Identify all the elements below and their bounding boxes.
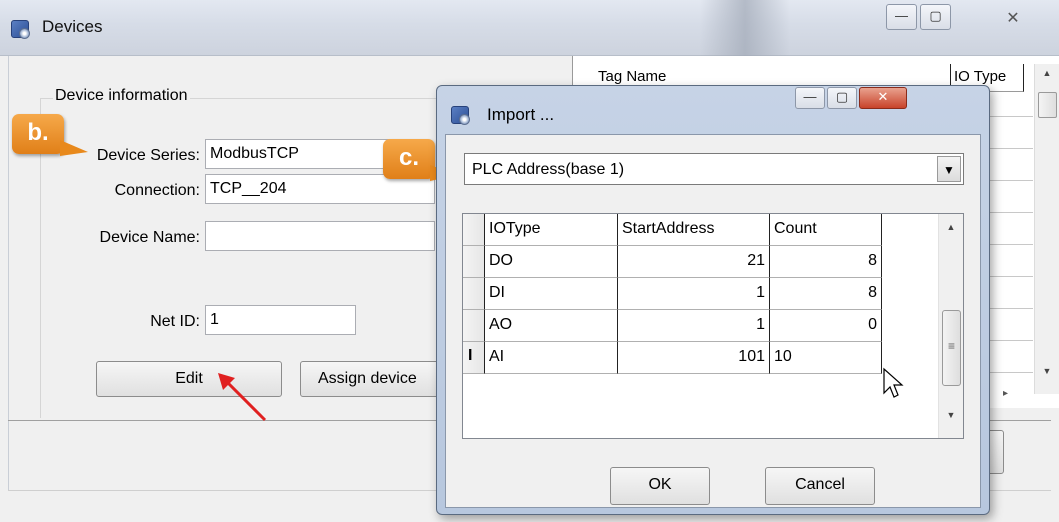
ok-button[interactable]: OK [610, 467, 710, 505]
scroll-up-icon[interactable]: ▲ [939, 222, 963, 232]
chevron-down-icon[interactable]: ▼ [937, 156, 961, 182]
scroll-right-icon[interactable]: ▸ [1003, 388, 1023, 399]
assign-device-button[interactable]: Assign device [300, 361, 450, 397]
close-button[interactable]: ✕ [983, 4, 1043, 30]
io-cell-count[interactable]: 8 [770, 246, 882, 278]
io-header-startaddress[interactable]: StartAddress [618, 214, 770, 246]
devices-app-icon [11, 20, 30, 39]
device-name-label: Device Name: [99, 229, 200, 246]
scroll-down-icon[interactable]: ▼ [939, 410, 963, 420]
device-info-legend: Device information [53, 87, 190, 105]
devices-titlebar: Devices — ▢ ✕ [0, 0, 1059, 56]
mouse-pointer-icon [883, 367, 904, 398]
io-grid-vscroll[interactable]: ▲ ≡ ▼ [938, 214, 963, 438]
io-cell-count[interactable]: 0 [770, 310, 882, 342]
io-cell-startaddress[interactable]: 1 [618, 278, 770, 310]
maximize-button[interactable]: ▢ [920, 4, 951, 30]
scroll-down-icon[interactable]: ▼ [1035, 366, 1059, 376]
import-close-button[interactable]: ✕ [859, 87, 907, 109]
tag-grid-scroll-thumb[interactable] [1038, 92, 1057, 118]
io-header-selector [463, 214, 485, 246]
io-row-selector[interactable] [463, 246, 485, 278]
io-header-count[interactable]: Count [770, 214, 882, 246]
connection-label: Connection: [114, 182, 200, 199]
import-client-area: PLC Address(base 1) ▼ IOType StartAddres… [445, 134, 981, 508]
scroll-up-icon[interactable]: ▲ [1035, 68, 1059, 78]
net-id-label: Net ID: [150, 313, 200, 330]
io-cell-startaddress[interactable]: 101 [618, 342, 770, 374]
io-cell-count[interactable]: 8 [770, 278, 882, 310]
import-dialog: Import ... — ▢ ✕ PLC Address(base 1) ▼ I… [436, 85, 990, 515]
io-cell-iotype[interactable]: DO [485, 246, 618, 278]
io-cell-iotype[interactable]: DI [485, 278, 618, 310]
io-cell-startaddress[interactable]: 21 [618, 246, 770, 278]
address-base-select[interactable]: PLC Address(base 1) ▼ [464, 153, 964, 185]
device-series-field[interactable]: ModbusTCP [205, 139, 405, 169]
net-id-field[interactable]: 1 [205, 305, 356, 335]
io-header-iotype[interactable]: IOType [485, 214, 618, 246]
io-cell-startaddress[interactable]: 1 [618, 310, 770, 342]
io-row-selector[interactable] [463, 310, 485, 342]
address-base-value: PLC Address(base 1) [472, 161, 625, 178]
badge-c: c. [383, 139, 435, 179]
io-cell-iotype[interactable]: AI [485, 342, 618, 374]
minimize-button[interactable]: — [886, 4, 917, 30]
io-grid-scroll-thumb[interactable]: ≡ [942, 310, 961, 386]
red-arrow-icon [218, 373, 267, 422]
io-row-selector[interactable] [463, 278, 485, 310]
badge-b: b. [12, 114, 64, 154]
io-row-edit-indicator[interactable]: I [463, 342, 485, 374]
import-maximize-button[interactable]: ▢ [827, 87, 857, 109]
tag-grid-vscroll[interactable]: ▲ ▼ [1034, 64, 1059, 394]
devices-title: Devices [42, 17, 103, 36]
badge-b-pointer-icon [60, 140, 88, 156]
import-app-icon [451, 106, 470, 125]
import-title: Import ... [487, 105, 555, 124]
device-name-field[interactable] [205, 221, 435, 251]
import-minimize-button[interactable]: — [795, 87, 825, 109]
io-cell-iotype[interactable]: AO [485, 310, 618, 342]
cancel-button[interactable]: Cancel [765, 467, 875, 505]
io-cell-count-editing[interactable]: 10 [770, 342, 882, 374]
io-grid[interactable]: IOType StartAddress Count DO 21 8 DI 1 8… [462, 213, 964, 439]
